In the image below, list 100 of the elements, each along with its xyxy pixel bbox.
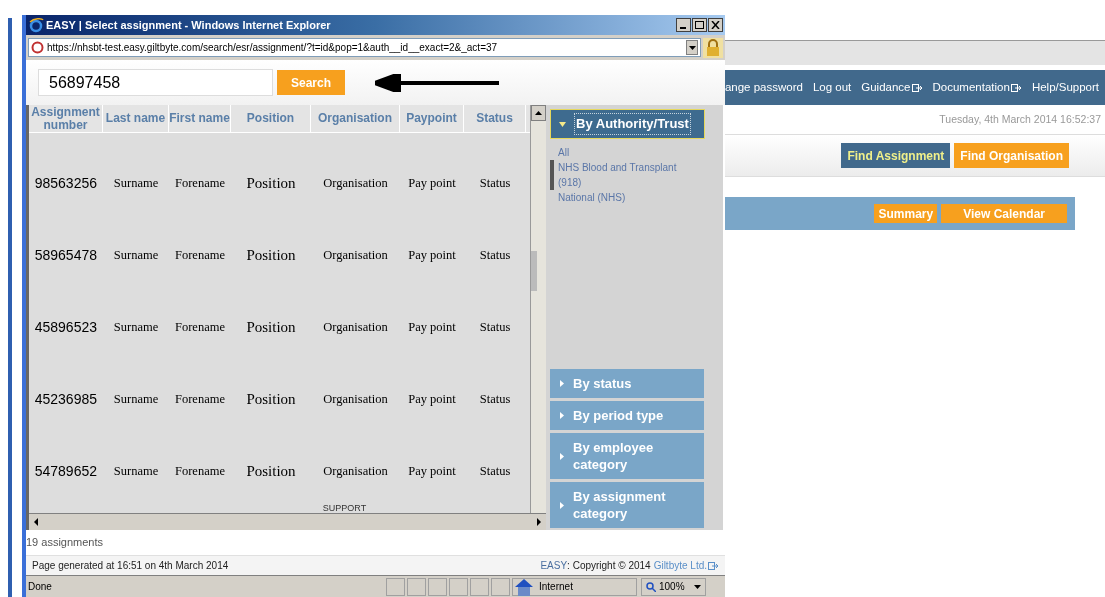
table-cell-text: Forename — [175, 318, 225, 336]
column-header[interactable]: Assignment number — [29, 105, 102, 132]
minimize-button[interactable] — [676, 18, 691, 32]
filter-group-header[interactable]: By status — [550, 369, 704, 398]
table-cell-text: Pay point — [408, 246, 456, 264]
close-icon — [711, 21, 720, 29]
caret-right-icon — [558, 452, 565, 460]
caret-down-icon — [559, 120, 566, 128]
external-link-icon — [708, 561, 719, 570]
site-icon — [31, 41, 44, 54]
table-row[interactable]: 98563256 Surname Forename Position Organisation Pay point Status — [29, 147, 530, 219]
security-zone: Internet — [539, 580, 573, 594]
maximize-icon — [695, 21, 704, 29]
panel-button[interactable]: View Calendar — [941, 204, 1067, 223]
table-cell-text: Forename — [175, 246, 225, 264]
table-cell-text: Surname — [113, 390, 159, 408]
table-cell-text: Surname — [113, 318, 159, 336]
filter-option[interactable]: National (NHS) — [558, 190, 688, 205]
copyright-text: : Copyright © 2014 — [567, 559, 651, 573]
table-row[interactable]: 45236985 Surname Forename Position Organisation Pay point Status — [29, 363, 530, 435]
nav-link[interactable]: Documentation — [932, 78, 1022, 97]
table-cell-text: 45896523 — [34, 317, 97, 337]
table-cell-text: Status — [479, 462, 511, 480]
table-cell-text: Position — [246, 317, 296, 337]
table-cell-text: Organisation — [323, 390, 388, 408]
table-cell-text: Surname — [113, 174, 159, 192]
column-header[interactable]: Paypoint — [406, 112, 457, 125]
vertical-scrollbar[interactable] — [530, 105, 546, 513]
table-row[interactable]: 58965478 Surname Forename Position Organisation Pay point Status — [29, 219, 530, 291]
address-field[interactable]: https://nhsbt-test.easy.giltbyte.com/search/esr/assignment/?t=id&pop=1&auth__id__exact=2&_act=37 — [28, 38, 701, 57]
brand-link[interactable]: EASY — [540, 558, 568, 573]
table-cell-text: Forename — [175, 462, 225, 480]
table-cell-text: 45236985 — [34, 389, 97, 409]
table-cell-text: Pay point — [408, 174, 456, 192]
globe-house-icon — [513, 577, 535, 596]
caret-right-icon — [558, 501, 565, 509]
status-pane — [470, 577, 489, 596]
table-row[interactable]: 45896523 Surname Forename Position Organisation Pay point Status — [29, 291, 530, 363]
filter-option[interactable]: NHS Blood and Transplant (918) — [558, 160, 688, 190]
table-cell-text: 98563256 — [34, 173, 97, 193]
filter-group-header[interactable]: By period type — [550, 401, 704, 430]
generated-time: Page generated at 16:51 on 4th March 2014 — [32, 559, 229, 573]
status-pane — [407, 577, 426, 596]
table-cell-text: Pay point — [408, 318, 456, 336]
zoom-icon — [646, 581, 656, 592]
column-header[interactable]: Organisation — [318, 112, 392, 125]
table-cell-text: Status — [479, 246, 511, 264]
nav-link[interactable]: Guidance — [861, 78, 923, 97]
table-cell-text: Forename — [175, 390, 225, 408]
column-header[interactable]: First name — [169, 112, 230, 125]
status-pane — [491, 577, 510, 596]
nav-link[interactable]: Log out — [812, 78, 852, 97]
filter-group-header[interactable]: By employee category — [550, 433, 704, 479]
result-count: 19 assignments — [26, 535, 104, 551]
status-pane — [449, 577, 468, 596]
table-cell-text: Pay point — [408, 390, 456, 408]
caret-down-icon — [693, 584, 701, 589]
window-title: EASY | Select assignment - Windows Internet Explorer — [46, 17, 331, 33]
horizontal-scrollbar[interactable] — [29, 513, 546, 530]
table-cell-text: Status — [479, 174, 511, 192]
cut-off-text: SUPPORT — [322, 504, 367, 513]
table-cell-text: Pay point — [408, 462, 456, 480]
nav-link[interactable]: Help/Support — [1031, 78, 1099, 97]
close-button[interactable] — [708, 18, 723, 32]
caret-right-icon — [558, 412, 565, 419]
nav-button[interactable]: Find Assignment — [841, 143, 951, 168]
dropdown-icon[interactable] — [686, 40, 698, 55]
table-cell-text: Status — [479, 318, 511, 336]
table-cell-text: Forename — [175, 174, 225, 192]
arrow-icon — [375, 73, 500, 92]
table-cell-text: Position — [246, 245, 296, 265]
table-cell-text: Status — [479, 390, 511, 408]
panel-button[interactable]: Summary — [874, 204, 938, 223]
table-cell-text: Organisation — [323, 462, 388, 480]
column-header[interactable]: Position — [246, 112, 295, 125]
table-cell-text: 58965478 — [34, 245, 97, 265]
column-header[interactable]: Status — [476, 112, 513, 125]
search-button[interactable]: Search — [277, 70, 346, 95]
browser-logo-icon — [28, 17, 44, 33]
table-cell-text: Surname — [113, 246, 159, 264]
table-cell-text: Organisation — [323, 174, 388, 192]
table-cell-text: Surname — [113, 462, 159, 480]
nav-link[interactable]: ange password — [725, 78, 803, 97]
filter-option[interactable]: All — [558, 145, 688, 160]
table-cell-text: Position — [246, 173, 296, 193]
status-pane — [386, 577, 405, 596]
scroll-up-icon — [535, 111, 542, 115]
column-header[interactable]: Last name — [105, 112, 166, 125]
date-time: Tuesday, 4th March 2014 16:52:37 — [939, 111, 1101, 127]
company-link[interactable]: Giltbyte Ltd. — [653, 558, 719, 573]
table-cell-text: Organisation — [323, 318, 388, 336]
caret-right-icon — [558, 380, 565, 387]
table-cell-text: 54789652 — [34, 461, 97, 481]
nav-button[interactable]: Find Organisation — [954, 143, 1069, 168]
status-pane — [428, 577, 447, 596]
maximize-button[interactable] — [692, 18, 707, 32]
filter-group-header[interactable]: By assignment category — [550, 482, 704, 528]
search-field[interactable]: 56897458 — [38, 69, 273, 96]
lock-icon — [703, 37, 723, 58]
filter-group-header[interactable]: By Authority/Trust — [550, 109, 705, 139]
